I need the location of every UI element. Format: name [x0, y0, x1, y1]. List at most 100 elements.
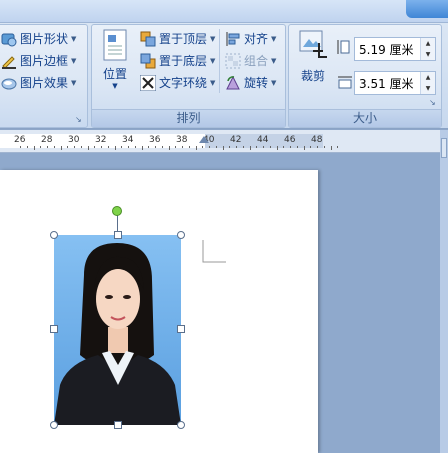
- ruler-tick-mark: [263, 146, 264, 148]
- bring-to-front-button[interactable]: 置于顶层 ▼: [140, 29, 215, 49]
- ruler-tick-label: 32: [95, 135, 107, 145]
- crop-button[interactable]: 裁剪: [293, 29, 333, 84]
- ruler-tick-mark: [134, 146, 136, 148]
- text-wrapping-icon: [139, 74, 157, 92]
- resize-handle-top[interactable]: [114, 231, 122, 239]
- ruler-tick-mark: [121, 146, 123, 148]
- resize-handle-right[interactable]: [177, 325, 185, 333]
- margin-corner-mark: [202, 240, 226, 263]
- ruler-tick-mark: [242, 146, 244, 148]
- ruler-tick-mark: [296, 146, 298, 148]
- shape-height-icon: [337, 39, 351, 58]
- ruler-tick-mark: [229, 146, 231, 148]
- picture-border-button[interactable]: 图片边框 ▼: [1, 51, 76, 71]
- resize-handle-left[interactable]: [50, 325, 58, 333]
- rotate-icon: [225, 75, 241, 91]
- shape-width-icon: [337, 75, 353, 92]
- ruler-tick-mark: [303, 146, 305, 150]
- horizontal-ruler[interactable]: 26 28 30 32 34 36 38 40 42 44 46 48: [0, 130, 448, 153]
- height-spinner[interactable]: 5.19 厘米 ▲ ▼: [354, 37, 436, 61]
- ruler-tick-mark: [256, 146, 258, 148]
- picture-border-icon: [1, 53, 17, 69]
- ruler-tick-mark: [67, 146, 69, 148]
- ruler-tick-mark: [202, 146, 204, 148]
- picture-shape-icon: [1, 31, 17, 47]
- ruler-tick-mark: [283, 146, 285, 148]
- ruler-tick-mark: [40, 146, 42, 148]
- ribbon-tab-strip: [0, 0, 448, 23]
- ruler-tick-label: 36: [149, 135, 161, 145]
- position-icon: [102, 29, 128, 61]
- ruler-tick-mark: [209, 146, 210, 148]
- rotation-handle[interactable]: [112, 206, 122, 216]
- ruler-tick-mark: [236, 146, 237, 148]
- height-spin-arrows[interactable]: ▲ ▼: [420, 38, 435, 60]
- resize-handle-bottom-left[interactable]: [50, 421, 58, 429]
- arrange-group: 位置 ▼ 置于顶层 ▼ 置于底层 ▼ 文字环绕 ▼ 对齐 ▼ 组合 ▼ 旋转 ▼…: [91, 24, 286, 128]
- ruler-tick-mark: [323, 146, 325, 148]
- send-to-back-button[interactable]: 置于底层 ▼: [140, 51, 215, 71]
- ruler-tick-mark: [215, 146, 217, 148]
- size-group: 裁剪 5.19 厘米 ▲ ▼ 3.51 厘米 ▲ ▼ 大小 ↘: [288, 24, 442, 128]
- ruler-tick-mark: [290, 146, 291, 148]
- ruler-tick-mark: [175, 146, 177, 148]
- ruler-tick-label: 42: [230, 135, 242, 145]
- ruler-tick-mark: [148, 146, 150, 148]
- ribbon: 图片形状 ▼ 图片边框 ▼ 图片效果 ▼ ↘ 位置 ▼ 置于顶层 ▼ 置于底层 …: [0, 0, 448, 129]
- rotate-button[interactable]: 旋转 ▼: [225, 73, 276, 93]
- ruler-tick-mark: [317, 146, 318, 148]
- resize-handle-top-left[interactable]: [50, 231, 58, 239]
- send-to-back-icon: [140, 53, 156, 69]
- width-value[interactable]: 3.51 厘米: [359, 75, 414, 92]
- ruler-tick-mark: [87, 146, 89, 150]
- ruler-tick-label: 26: [14, 135, 26, 145]
- group-icon: [225, 53, 241, 69]
- resize-handle-bottom-right[interactable]: [177, 421, 185, 429]
- width-spin-arrows[interactable]: ▲ ▼: [420, 72, 435, 94]
- ruler-tick-mark: [188, 146, 190, 148]
- rotation-connector: [117, 215, 118, 232]
- align-button[interactable]: 对齐 ▼: [225, 29, 276, 49]
- ruler-tick-mark: [107, 146, 109, 148]
- ruler-tick-mark: [276, 146, 278, 150]
- scroll-thumb[interactable]: [441, 138, 447, 158]
- dialog-launcher-icon[interactable]: ↘: [75, 115, 84, 124]
- position-dropdown-icon: ▼: [112, 82, 118, 90]
- width-spinner[interactable]: 3.51 厘米 ▲ ▼: [354, 71, 436, 95]
- ruler-tick-mark: [20, 146, 21, 148]
- ruler-tick-label: 46: [284, 135, 296, 145]
- ruler-indent-marker[interactable]: [199, 136, 209, 143]
- ruler-tick-mark: [330, 146, 332, 150]
- ruler-tick-mark: [337, 146, 339, 148]
- picture-shape-button[interactable]: 图片形状 ▼: [1, 29, 76, 49]
- ruler-tick-mark: [155, 146, 156, 148]
- ruler-tick-mark: [114, 146, 116, 150]
- picture-effects-icon: [1, 75, 17, 91]
- ruler-tick-label: 44: [257, 135, 269, 145]
- resize-handle-bottom[interactable]: [114, 421, 122, 429]
- picture-styles-group: 图片形状 ▼ 图片边框 ▼ 图片效果 ▼ ↘: [0, 24, 88, 128]
- ruler-tick-label: 48: [311, 135, 323, 145]
- picture-effects-button[interactable]: 图片效果 ▼: [1, 73, 76, 93]
- selected-picture[interactable]: [54, 235, 181, 425]
- position-button[interactable]: 位置 ▼: [100, 29, 130, 90]
- ruler-tick-mark: [141, 146, 143, 150]
- contextual-tab-edge: [406, 0, 448, 18]
- ruler-tick-mark: [310, 146, 312, 148]
- ruler-tick-label: 38: [176, 135, 188, 145]
- ruler-tick-label: 34: [122, 135, 134, 145]
- ruler-tick-mark: [182, 146, 183, 148]
- vertical-scrollbar[interactable]: [440, 130, 448, 453]
- ruler-tick-mark: [195, 146, 197, 150]
- size-group-label: 大小: [289, 109, 441, 127]
- ruler-tick-mark: [53, 146, 55, 148]
- resize-handle-top-right[interactable]: [177, 231, 185, 239]
- ruler-tick-mark: [249, 146, 251, 150]
- ruler-tick-mark: [47, 146, 48, 148]
- portrait-image: [54, 235, 181, 425]
- group-button[interactable]: 组合 ▼: [225, 51, 276, 71]
- size-dialog-launcher-icon[interactable]: ↘: [429, 98, 438, 107]
- text-wrapping-button[interactable]: 文字环绕 ▼: [139, 73, 215, 93]
- arrange-separator: [219, 29, 220, 93]
- height-value[interactable]: 5.19 厘米: [359, 41, 414, 58]
